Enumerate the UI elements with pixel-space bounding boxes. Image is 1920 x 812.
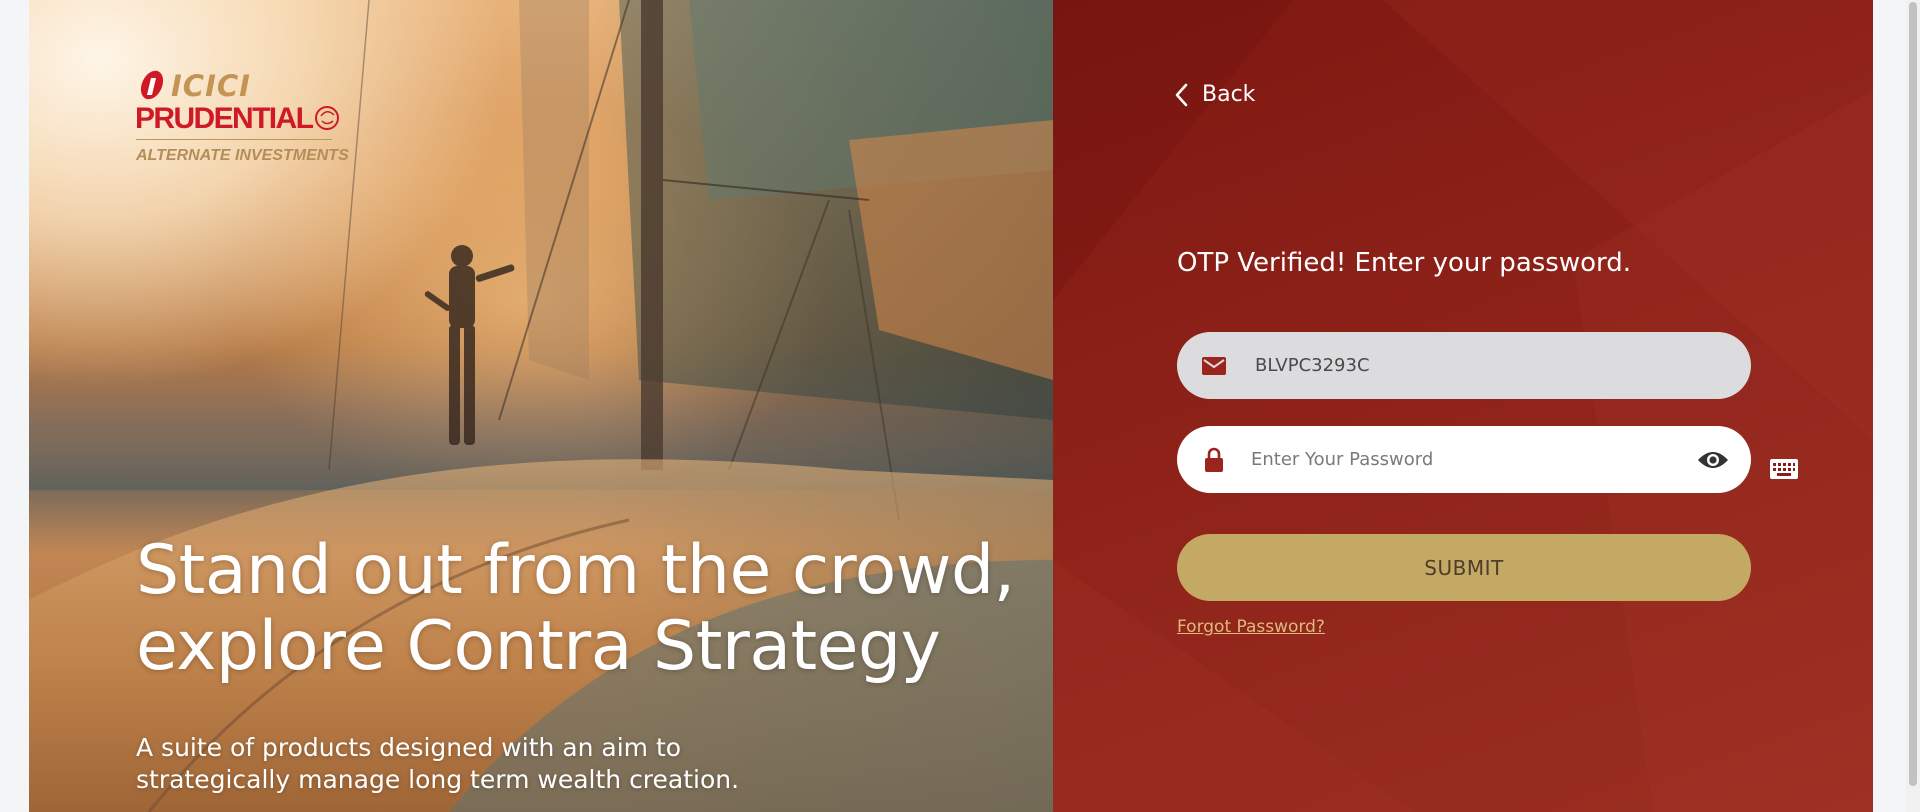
submit-button[interactable]: SUBMIT	[1177, 534, 1751, 601]
logo-prudential-text: PRUDENTIAL	[135, 102, 314, 135]
logo-divider	[136, 139, 332, 140]
forgot-password-link[interactable]: Forgot Password?	[1177, 617, 1325, 637]
back-link[interactable]: Back	[1174, 82, 1255, 107]
user-id-field	[1177, 332, 1751, 399]
login-panel: Back OTP Verified! Enter your password.	[1053, 0, 1873, 812]
scrollbar-thumb[interactable]	[1909, 2, 1917, 786]
mail-icon	[1199, 356, 1229, 375]
lion-emblem-icon	[315, 106, 339, 130]
hero-subtitle: A suite of products designed with an aim…	[136, 733, 740, 794]
chevron-left-icon	[1175, 83, 1188, 106]
logo-tagline: ALTERNATE INVESTMENTS	[136, 147, 349, 164]
background-facets	[1053, 0, 1873, 812]
user-id-input[interactable]	[1253, 344, 1751, 387]
icici-emblem-icon	[140, 70, 164, 100]
back-label: Back	[1202, 82, 1256, 107]
password-input[interactable]	[1249, 438, 1697, 481]
icici-prudential-logo: ICICI PRUDENTIAL ALTERNATE INVESTMENTS	[135, 66, 349, 166]
form-heading: OTP Verified! Enter your password.	[1177, 248, 1632, 278]
password-field	[1177, 426, 1751, 493]
eye-icon[interactable]	[1697, 449, 1729, 471]
lock-icon	[1199, 447, 1229, 473]
logo-icici-text: ICICI	[171, 69, 251, 103]
hero-panel: ICICI PRUDENTIAL ALTERNATE INVESTMENTS S…	[29, 0, 1053, 812]
keyboard-icon[interactable]	[1770, 459, 1798, 483]
hero-title: Stand out from the crowd, explore Contra…	[136, 531, 1015, 686]
page-scrollbar[interactable]	[1906, 0, 1920, 812]
